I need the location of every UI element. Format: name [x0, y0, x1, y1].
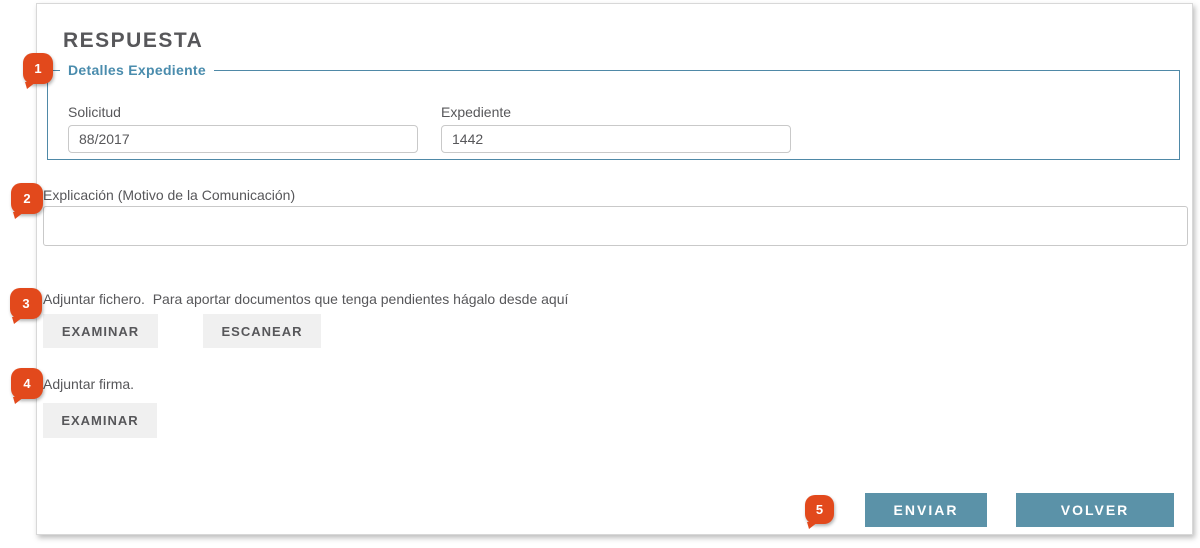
expediente-input[interactable]: [441, 125, 791, 153]
expediente-field-group: Expediente: [441, 104, 791, 153]
attach-file-examine-button[interactable]: EXAMINAR: [43, 314, 158, 348]
back-button[interactable]: VOLVER: [1016, 493, 1174, 527]
details-fieldset-legend: Detalles Expediente: [60, 62, 214, 78]
page-title: RESPUESTA: [63, 29, 203, 53]
attach-file-label: Adjuntar fichero. Para aportar documento…: [43, 291, 568, 307]
expediente-label: Expediente: [441, 104, 791, 120]
send-button[interactable]: ENVIAR: [865, 493, 987, 527]
annotation-badge-4: 4: [11, 368, 43, 399]
annotation-badge-2: 2: [11, 183, 43, 214]
attach-signature-examine-button[interactable]: EXAMINAR: [43, 403, 157, 438]
explanation-label: Explicación (Motivo de la Comunicación): [43, 187, 295, 203]
solicitud-label: Solicitud: [68, 104, 418, 120]
attach-signature-label: Adjuntar firma.: [43, 376, 134, 392]
annotation-badge-3: 3: [10, 288, 42, 319]
explanation-textarea[interactable]: [43, 206, 1188, 246]
solicitud-input[interactable]: [68, 125, 418, 153]
annotation-badge-1: 1: [23, 53, 53, 84]
annotation-badge-5: 5: [805, 495, 834, 524]
solicitud-field-group: Solicitud: [68, 104, 418, 153]
details-fieldset: Detalles Expediente Solicitud Expediente: [47, 62, 1180, 160]
attach-file-scan-button[interactable]: ESCANEAR: [203, 314, 321, 348]
